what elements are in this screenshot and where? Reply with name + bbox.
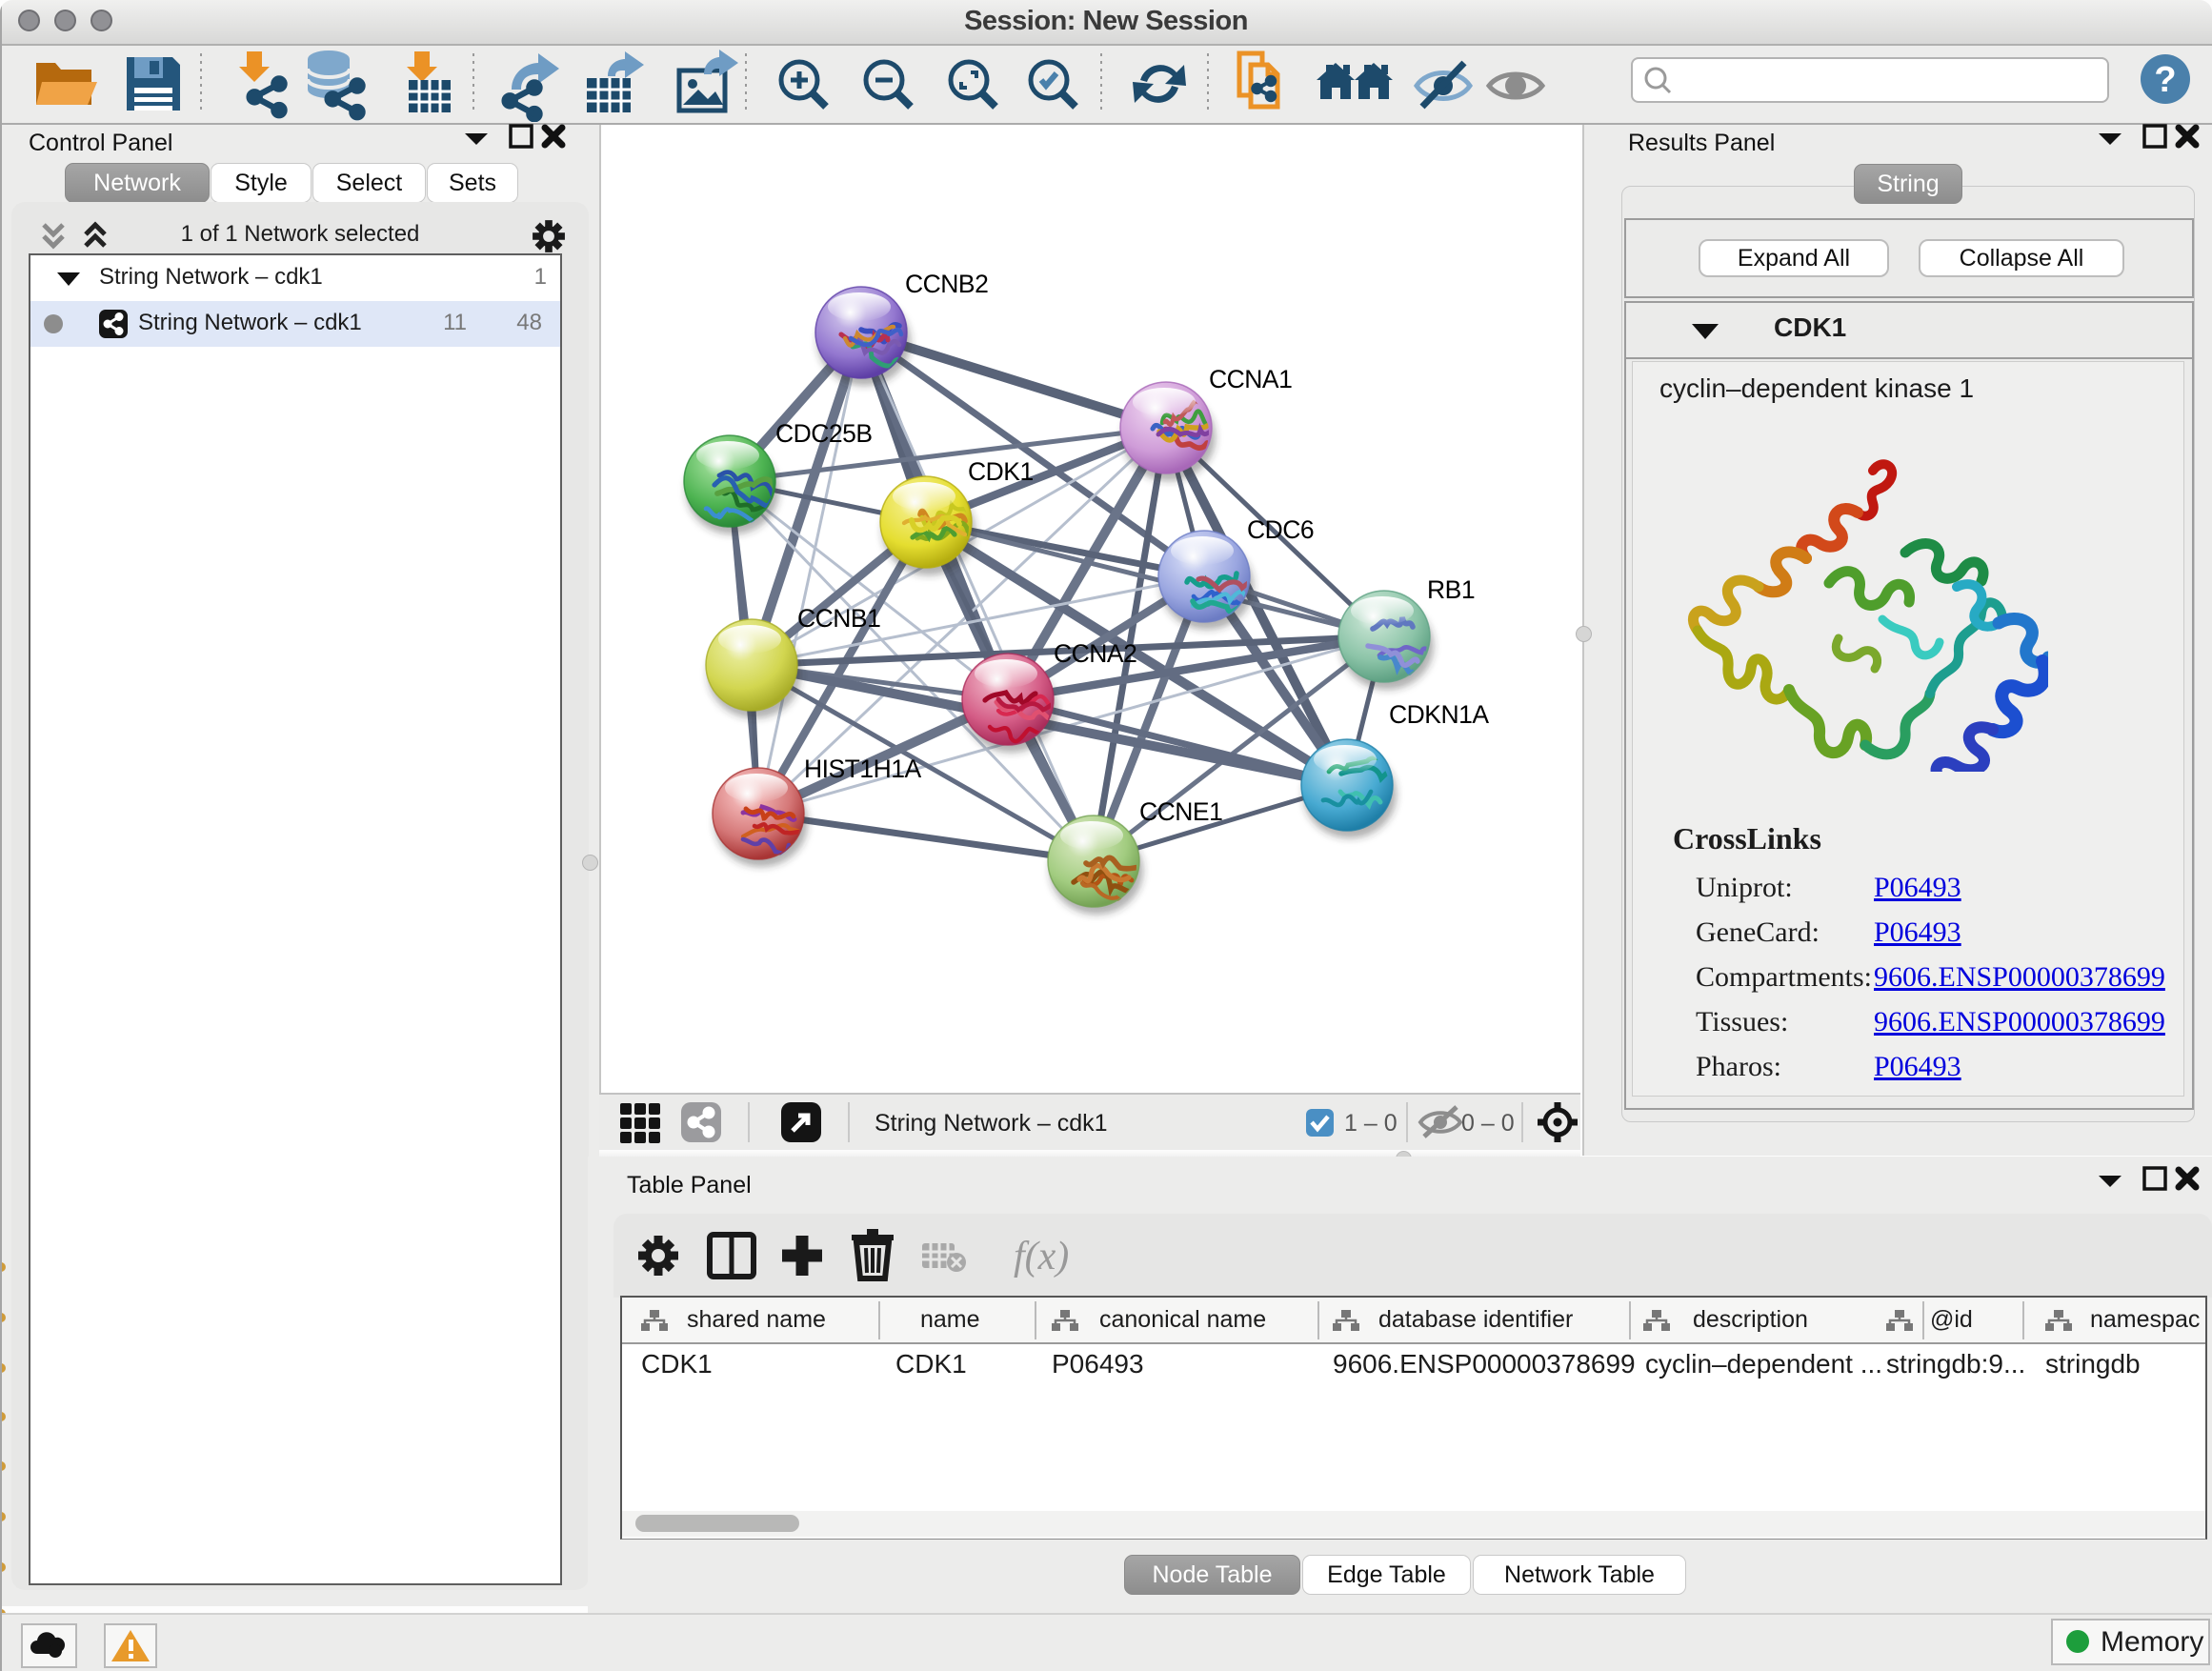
svg-text:CCNB2: CCNB2	[905, 270, 988, 298]
svg-text:CDC6: CDC6	[1247, 515, 1314, 544]
svg-text:?: ?	[2154, 60, 2176, 100]
svg-text:CDC25B: CDC25B	[775, 419, 873, 448]
svg-text:CCNA1: CCNA1	[1209, 365, 1292, 393]
svg-text:CCNB1: CCNB1	[797, 604, 880, 633]
svg-text:CCNA2: CCNA2	[1054, 639, 1136, 668]
svg-text:CCNE1: CCNE1	[1139, 797, 1222, 826]
svg-text:HIST1H1A: HIST1H1A	[804, 755, 921, 783]
svg-text:CDK1: CDK1	[968, 457, 1034, 486]
svg-text:1 – 0: 1 – 0	[1344, 1110, 1398, 1137]
svg-text:RB1: RB1	[1427, 575, 1475, 604]
svg-text:CDKN1A: CDKN1A	[1389, 700, 1489, 729]
svg-text:String Network – cdk1: String Network – cdk1	[875, 1110, 1108, 1137]
svg-text:0 – 0: 0 – 0	[1461, 1110, 1515, 1137]
svg-text:f(x): f(x)	[1014, 1235, 1069, 1278]
